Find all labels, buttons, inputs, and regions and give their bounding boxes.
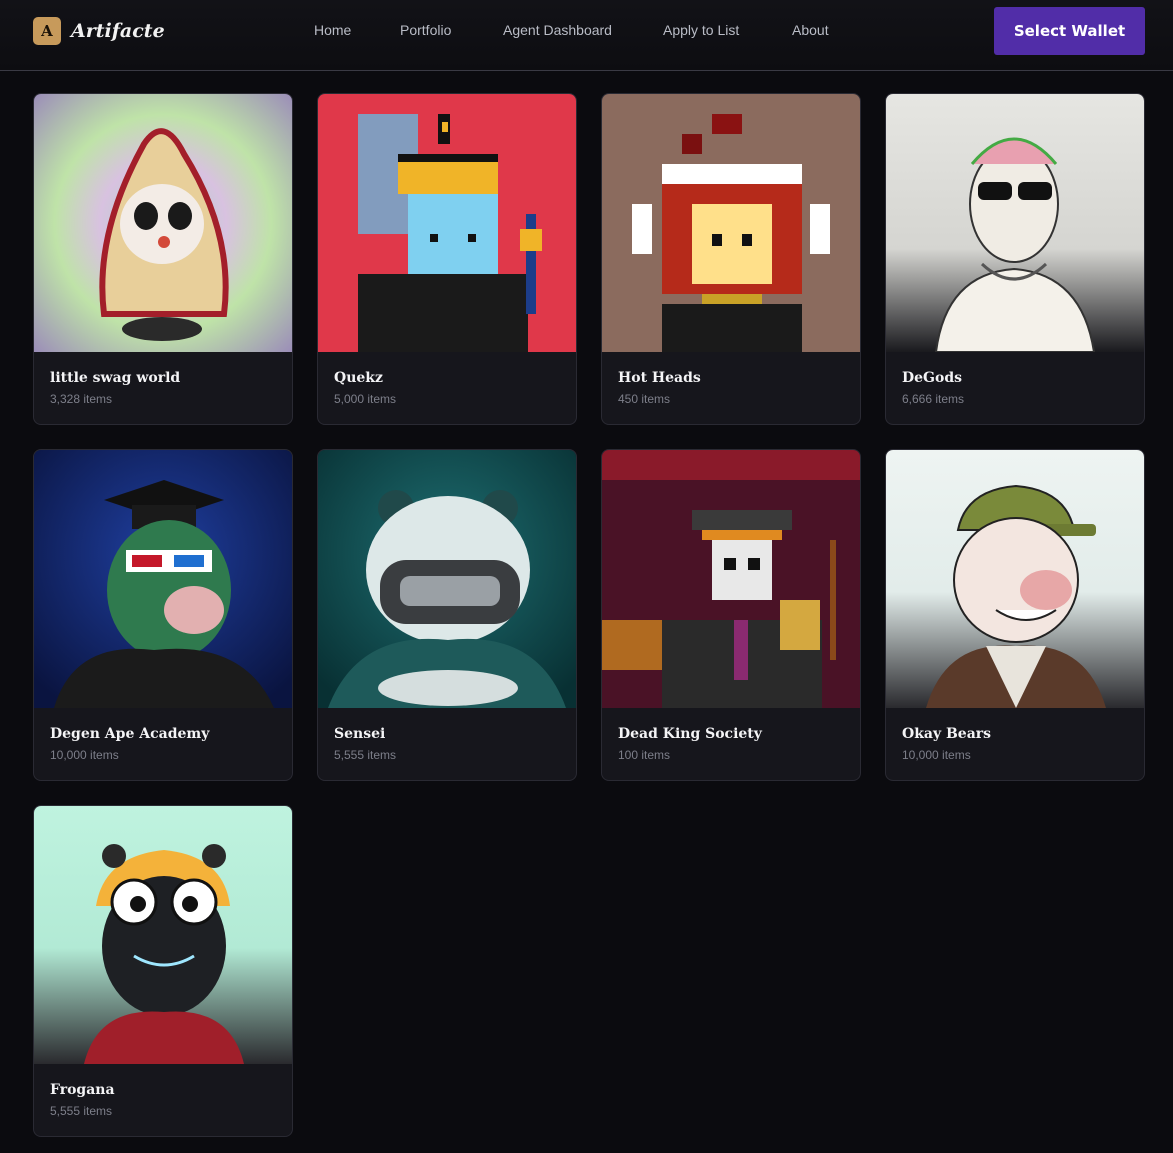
logo[interactable]: A Artifacte	[33, 17, 165, 45]
collection-item-count: 5,555 items	[50, 1104, 113, 1118]
nav-apply-to-list[interactable]: Apply to List	[663, 22, 739, 38]
pixel-skeleton-musician-icon	[602, 450, 860, 708]
bear-with-cap-icon	[886, 450, 1144, 708]
collection-card[interactable]: Dead King Society 100 items	[601, 449, 861, 781]
collection-name: DeGods	[902, 370, 963, 386]
collection-name: little swag world	[50, 370, 181, 386]
collection-card[interactable]: Okay Bears 10,000 items	[885, 449, 1145, 781]
pixel-flame-headphones-icon	[602, 94, 860, 352]
collection-card[interactable]: Degen Ape Academy 10,000 items	[33, 449, 293, 781]
frog-with-hat-icon	[34, 806, 292, 1064]
collection-card[interactable]: little swag world 3,328 items	[33, 93, 293, 425]
collection-card[interactable]: Quekz 5,000 items	[317, 93, 577, 425]
collection-item-count: 5,000 items	[334, 392, 397, 406]
hooded-panda-figurine-icon	[34, 94, 292, 352]
graduate-ape-icon	[34, 450, 292, 708]
collection-item-count: 10,000 items	[902, 748, 971, 762]
collection-item-count: 6,666 items	[902, 392, 965, 406]
nav-agent-dashboard[interactable]: Agent Dashboard	[503, 22, 612, 38]
collection-item-count: 450 items	[618, 392, 671, 406]
collection-item-count: 10,000 items	[50, 748, 119, 762]
pixel-crowned-frog-icon	[318, 94, 576, 352]
nav-home[interactable]: Home	[314, 22, 351, 38]
collection-name: Dead King Society	[618, 726, 762, 742]
brand-name: Artifacte	[71, 20, 165, 42]
collection-item-count: 5,555 items	[334, 748, 397, 762]
masked-panda-icon	[318, 450, 576, 708]
collection-name: Okay Bears	[902, 726, 992, 742]
collection-card[interactable]: Frogana 5,555 items	[33, 805, 293, 1137]
collection-card[interactable]: Sensei 5,555 items	[317, 449, 577, 781]
collection-name: Quekz	[334, 370, 383, 386]
collection-name: Degen Ape Academy	[50, 726, 210, 742]
collection-card[interactable]: DeGods 6,666 items	[885, 93, 1145, 425]
top-navigation-bar: A Artifacte Home Portfolio Agent Dashboa…	[0, 0, 1173, 71]
collection-card[interactable]: Hot Heads 450 items	[601, 93, 861, 425]
collection-name: Frogana	[50, 1082, 115, 1098]
collection-item-count: 3,328 items	[50, 392, 113, 406]
nav-portfolio[interactable]: Portfolio	[400, 22, 451, 38]
collection-name: Hot Heads	[618, 370, 701, 386]
collection-item-count: 100 items	[618, 748, 671, 762]
sketch-tattooed-man-icon	[886, 94, 1144, 352]
select-wallet-button[interactable]: Select Wallet	[994, 7, 1145, 55]
logo-mark: A	[33, 17, 61, 45]
collection-name: Sensei	[334, 726, 386, 742]
nav-about[interactable]: About	[792, 22, 829, 38]
